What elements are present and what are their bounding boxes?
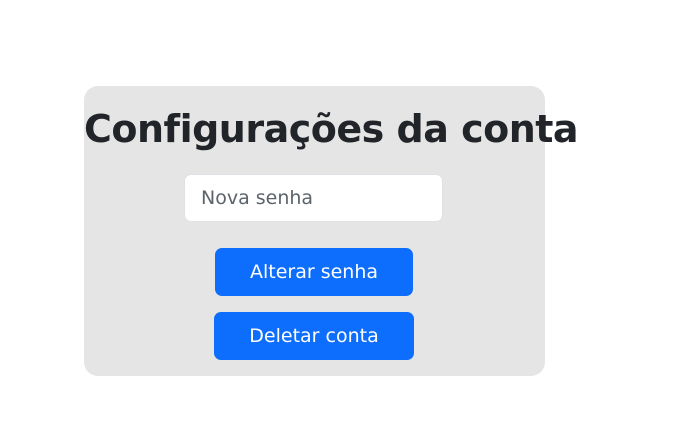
page-title: Configurações da conta xyxy=(84,107,579,151)
change-password-button[interactable]: Alterar senha xyxy=(215,248,413,296)
delete-account-button[interactable]: Deletar conta xyxy=(214,312,414,360)
account-settings-card: Configurações da conta Alterar senha Del… xyxy=(84,86,579,376)
new-password-input[interactable] xyxy=(184,174,443,222)
